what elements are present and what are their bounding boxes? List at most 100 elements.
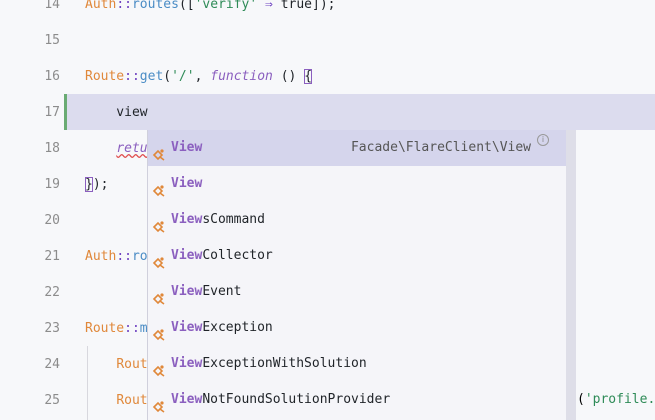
code-fragment-right: ('profile.	[577, 382, 655, 418]
code-text: Rout	[85, 347, 148, 383]
completion-item[interactable]: ViewExceptionWithSolution	[148, 346, 566, 382]
code-line: 15	[0, 23, 655, 59]
code-text: Route::get('/', function () {	[85, 59, 313, 95]
completion-match: View	[171, 140, 203, 155]
code-token: 'verify'	[194, 0, 258, 12]
code-token: Route	[85, 321, 125, 336]
line-number: 14	[44, 0, 60, 12]
completion-match: View	[171, 212, 203, 227]
code-token: Auth	[85, 0, 117, 12]
code-token: ([	[178, 0, 195, 12]
completion-item-label: View	[171, 130, 202, 166]
code-editor[interactable]: 14 Auth::routes(['verify' ⇒ true]); 15 16 Ro…	[0, 0, 655, 420]
code-token: (	[163, 69, 172, 84]
completion-rest: NotFoundSolutionProvider	[202, 392, 391, 407]
completion-match: View	[171, 320, 203, 335]
completion-item[interactable]: ViewCollector	[148, 238, 566, 274]
completion-item-label: View	[171, 166, 202, 202]
code-token: ::	[124, 69, 140, 84]
code-token: {	[304, 69, 313, 84]
completion-item[interactable]: View Facade\FlareClient\View i	[148, 130, 566, 166]
class-icon	[152, 141, 166, 161]
completion-rest: Event	[202, 284, 242, 299]
line-number: 16	[44, 69, 60, 84]
code-token: retu	[116, 141, 148, 156]
code-token: ,	[194, 69, 211, 84]
class-icon	[152, 321, 166, 341]
completion-item[interactable]: ViewEvent	[148, 274, 566, 310]
code-text: Rout	[85, 383, 148, 419]
code-token: }	[85, 177, 93, 192]
code-token: Route	[85, 69, 125, 84]
completion-item-label: ViewsCommand	[171, 202, 265, 238]
completion-item-label: ViewExceptionWithSolution	[171, 346, 367, 382]
completion-item[interactable]: View	[148, 166, 566, 202]
completion-rest: Exception	[202, 320, 273, 335]
code-token: Rout	[116, 357, 148, 372]
class-icon	[152, 177, 166, 197]
code-token: ::	[116, 249, 132, 264]
code-token: true	[280, 0, 313, 12]
completion-rest: ExceptionWithSolution	[202, 356, 367, 371]
line-number: 24	[44, 357, 60, 372]
completion-match: View	[171, 248, 203, 263]
code-text: });	[85, 167, 108, 203]
code-token: '/'	[171, 69, 195, 84]
line-number: 15	[44, 33, 60, 48]
code-token: ⇒	[257, 0, 281, 12]
code-token: ro	[131, 249, 148, 264]
code-text: view	[85, 95, 148, 131]
code-line: 17 view	[0, 95, 655, 131]
code-text: Auth::routes(['verify' ⇒ true]);	[85, 0, 336, 23]
completion-item[interactable]: ViewException	[148, 310, 566, 346]
code-token: ::	[116, 0, 132, 12]
class-icon	[152, 285, 166, 305]
line-number: 20	[44, 213, 60, 228]
line-number: 17	[44, 105, 60, 120]
line-number: 21	[44, 249, 60, 264]
code-token: ]);	[312, 0, 336, 12]
code-token: Auth	[85, 249, 117, 264]
class-icon	[152, 393, 166, 413]
completion-match: View	[171, 356, 203, 371]
completion-rest: Collector	[202, 248, 273, 263]
code-text: Auth::ro	[85, 239, 148, 275]
code-line: 16 Route::get('/', function () {	[0, 59, 655, 95]
completion-match: View	[171, 176, 203, 191]
line-number: 25	[44, 393, 60, 408]
code-token: function	[210, 69, 273, 84]
completion-item-label: ViewException	[171, 310, 273, 346]
completion-item-label: ViewEvent	[171, 274, 241, 310]
class-icon	[152, 357, 166, 377]
completion-scrollbar[interactable]	[566, 130, 576, 420]
completion-match: View	[171, 284, 203, 299]
completion-item-label: ViewNotFoundSolutionProvider	[171, 382, 390, 418]
completion-popup[interactable]: View Facade\FlareClient\View i View ViewsCom…	[147, 130, 576, 420]
paren-fragment: (	[577, 392, 585, 407]
class-icon	[152, 249, 166, 269]
info-icon[interactable]: i	[537, 134, 549, 146]
code-token: view	[85, 105, 148, 120]
code-token: );	[92, 177, 109, 192]
completion-detail: Facade\FlareClient\View	[350, 140, 531, 155]
line-number: 23	[44, 321, 60, 336]
completion-item[interactable]: ViewsCommand	[148, 202, 566, 238]
completion-item-label: ViewCollector	[171, 238, 273, 274]
line-number: 22	[44, 285, 60, 300]
line-number: 19	[44, 177, 60, 192]
code-text: Route::m	[85, 311, 148, 347]
string-fragment: 'profile.	[584, 392, 655, 407]
code-token: routes	[131, 0, 179, 12]
completion-match: View	[171, 392, 203, 407]
code-token: get	[139, 69, 164, 84]
completion-item[interactable]: ViewNotFoundSolutionProvider	[148, 382, 566, 418]
code-text: retu	[85, 131, 148, 167]
line-number: 18	[44, 141, 60, 156]
completion-rest: sCommand	[202, 212, 265, 227]
code-token: Rout	[116, 393, 148, 408]
code-token: ::	[124, 321, 140, 336]
code-token: ()	[272, 69, 305, 84]
